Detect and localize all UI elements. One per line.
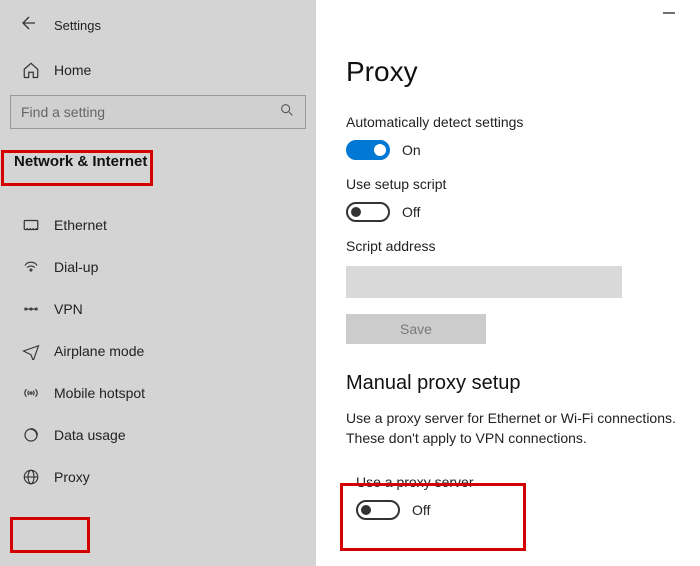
search-icon xyxy=(279,102,295,123)
back-arrow-icon[interactable] xyxy=(20,14,38,37)
auto-detect-state: On xyxy=(402,142,421,158)
use-proxy-block: Use a proxy server Off xyxy=(346,468,519,528)
sidebar-nav-list: Ethernet Dial-up VPN Airplane mode Mobil… xyxy=(0,204,316,498)
sidebar-item-label: Dial-up xyxy=(54,259,98,275)
hotspot-icon xyxy=(22,384,40,402)
sidebar-item-ethernet[interactable]: Ethernet xyxy=(0,204,316,246)
proxy-icon xyxy=(22,468,40,486)
titlebar-left: Settings xyxy=(0,0,316,49)
sidebar-item-label: Ethernet xyxy=(54,217,107,233)
sidebar-item-dialup[interactable]: Dial-up xyxy=(0,246,316,288)
window-title: Settings xyxy=(54,18,101,33)
sidebar-item-airplane[interactable]: Airplane mode xyxy=(0,330,316,372)
manual-proxy-title: Manual proxy setup xyxy=(346,372,700,395)
use-proxy-toggle[interactable] xyxy=(356,500,400,520)
script-address-label: Script address xyxy=(346,238,700,254)
sidebar-item-label: Data usage xyxy=(54,427,126,443)
use-proxy-state: Off xyxy=(412,502,430,518)
sidebar-item-label: Mobile hotspot xyxy=(54,385,145,401)
minimize-button[interactable] xyxy=(662,6,676,23)
sidebar-item-label: Airplane mode xyxy=(54,343,144,359)
auto-detect-block: Automatically detect settings On xyxy=(346,114,700,160)
search-input[interactable] xyxy=(21,104,279,120)
sidebar-section-title: Network & Internet xyxy=(4,147,157,176)
sidebar-item-label: Home xyxy=(54,62,91,78)
main-panel: Proxy Automatically detect settings On U… xyxy=(316,0,700,566)
sidebar-item-label: VPN xyxy=(54,301,83,317)
setup-script-block: Use setup script Off xyxy=(346,176,700,222)
setup-script-state: Off xyxy=(402,204,420,220)
sidebar: Settings Home Network & Internet Etherne… xyxy=(0,0,316,566)
search-box[interactable] xyxy=(10,95,306,129)
setup-script-toggle[interactable] xyxy=(346,202,390,222)
auto-detect-label: Automatically detect settings xyxy=(346,114,700,130)
sidebar-item-proxy[interactable]: Proxy xyxy=(0,456,316,498)
sidebar-item-hotspot[interactable]: Mobile hotspot xyxy=(0,372,316,414)
data-usage-icon xyxy=(22,426,40,444)
script-address-input[interactable] xyxy=(346,266,622,298)
dialup-icon xyxy=(22,258,40,276)
sidebar-item-vpn[interactable]: VPN xyxy=(0,288,316,330)
airplane-icon xyxy=(22,342,40,360)
sidebar-item-label: Proxy xyxy=(54,469,90,485)
script-address-block: Script address Save xyxy=(346,238,700,344)
auto-detect-toggle[interactable] xyxy=(346,140,390,160)
setup-script-label: Use setup script xyxy=(346,176,700,192)
save-button[interactable]: Save xyxy=(346,314,486,344)
use-proxy-label: Use a proxy server xyxy=(356,474,473,490)
sidebar-item-home[interactable]: Home xyxy=(0,49,316,95)
vpn-icon xyxy=(22,300,40,318)
manual-proxy-desc: Use a proxy server for Ethernet or Wi-Fi… xyxy=(346,409,700,448)
home-icon xyxy=(22,61,40,79)
sidebar-item-datausage[interactable]: Data usage xyxy=(0,414,316,456)
ethernet-icon xyxy=(22,216,40,234)
page-title: Proxy xyxy=(346,56,700,88)
